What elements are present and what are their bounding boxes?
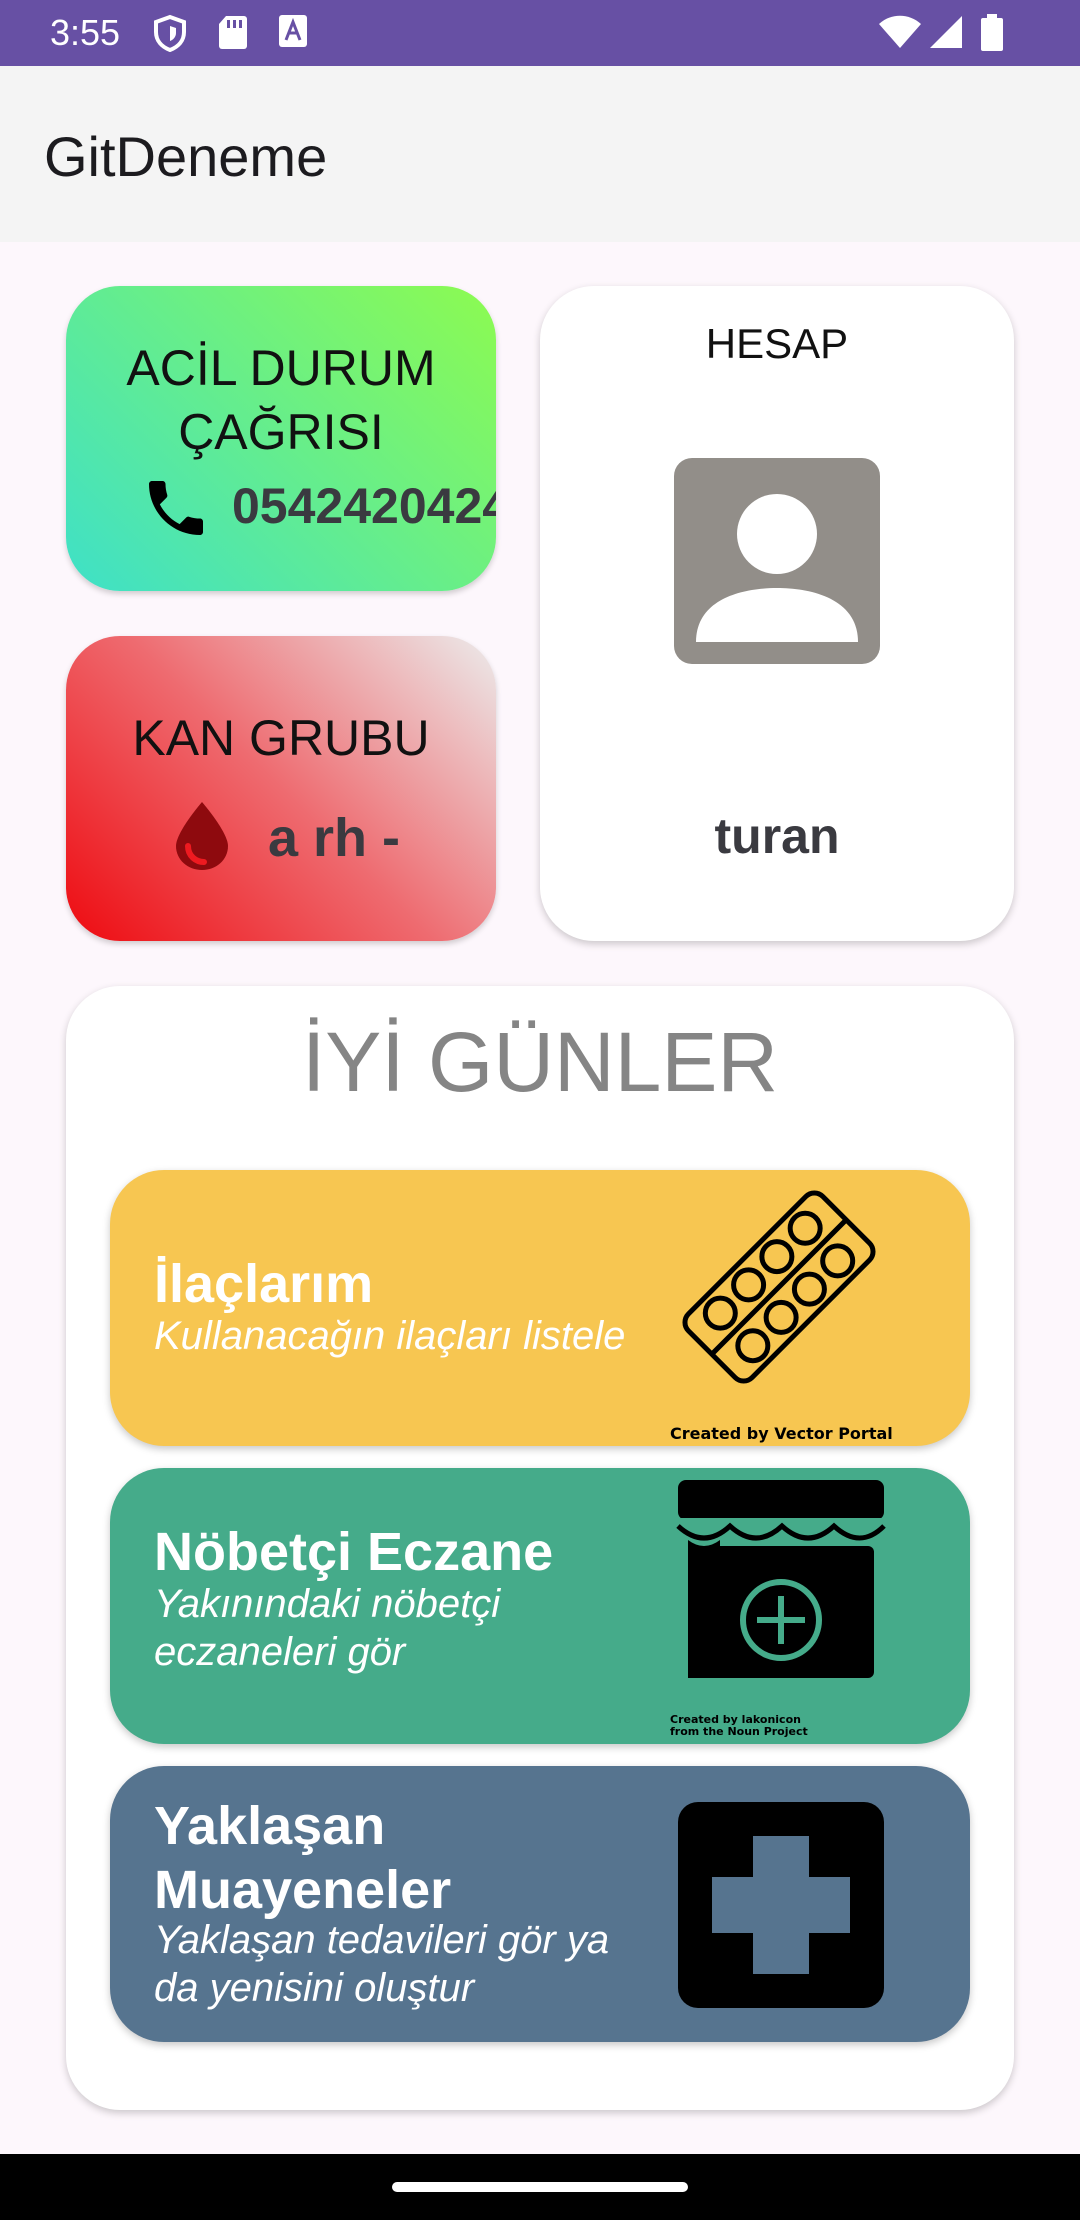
medical-cross-icon: [676, 1800, 886, 2015]
medications-tile[interactable]: İlaçlarım Kullanacağın ilaçları listele: [110, 1170, 970, 1446]
phone-icon: [140, 472, 212, 549]
appointments-title: Yaklaşan Muayeneler: [154, 1796, 452, 1920]
app-bar: GitDeneme: [0, 66, 1080, 242]
signal-icon: [928, 14, 964, 50]
shield-icon: [152, 14, 188, 52]
pharmacy-title: Nöbetçi Eczane: [154, 1522, 554, 1582]
pharmacy-subtitle: Yakınındaki nöbetçi eczaneleri gör: [154, 1582, 501, 1674]
blood-group-title: KAN GRUBU: [132, 710, 430, 766]
sd-card-icon: [218, 14, 248, 50]
app-title: GitDeneme: [44, 125, 328, 188]
person-icon: [674, 458, 880, 664]
emergency-call-card[interactable]: ACİL DURUM ÇAĞRISI 05424204242: [66, 286, 496, 591]
pill-pack-icon: [664, 1172, 894, 1407]
blood-group-card[interactable]: KAN GRUBU a rh -: [66, 636, 496, 941]
battery-icon: [980, 14, 1004, 52]
emergency-call-title: ACİL DURUM ÇAĞRISI: [126, 340, 436, 460]
blood-group-value: a rh -: [268, 808, 401, 868]
appointments-subtitle: Yaklaşan tedavileri gör ya da yenisini o…: [154, 1918, 610, 2010]
status-time: 3:55: [50, 12, 121, 53]
main-card: İYİ GÜNLER İlaçlarım Kullanacağın ilaçla…: [66, 986, 1014, 2110]
pharmacy-on-duty-tile[interactable]: Nöbetçi Eczane Yakınındaki nöbetçi eczan…: [110, 1468, 970, 1744]
emergency-phone-number: 05424204242: [232, 478, 496, 534]
blood-drop-icon: [172, 800, 232, 877]
medications-subtitle: Kullanacağın ilaçları listele: [154, 1314, 626, 1358]
home-gesture-handle[interactable]: [392, 2182, 688, 2192]
greeting-title: İYİ GÜNLER: [301, 1015, 779, 1109]
wifi-icon: [878, 14, 922, 50]
navigation-bar: [0, 2154, 1080, 2220]
pharmacy-store-icon: [674, 1480, 888, 1685]
medications-icon-credit: Created by Vector Portal: [670, 1424, 893, 1443]
pharmacy-icon-credit: Created by lakonicon from the Noun Proje…: [670, 1713, 808, 1738]
upcoming-examinations-tile[interactable]: Yaklaşan Muayeneler Yaklaşan tedavileri …: [110, 1766, 970, 2042]
account-username: turan: [714, 808, 840, 864]
medications-title: İlaçlarım: [154, 1254, 374, 1314]
account-title: HESAP: [705, 320, 849, 367]
keyboard-a-icon: [278, 14, 308, 48]
account-card[interactable]: HESAP turan: [540, 286, 1014, 941]
status-bar: 3:55: [0, 0, 1080, 66]
